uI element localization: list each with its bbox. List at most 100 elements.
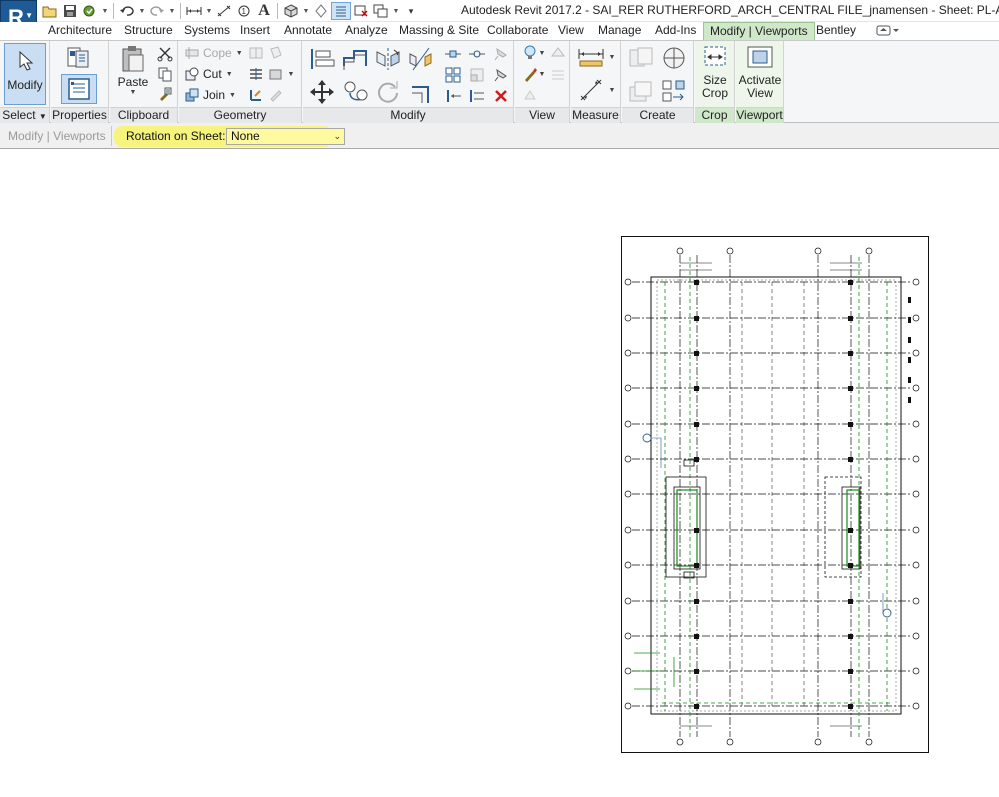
size-crop-button[interactable]: Size Crop: [697, 44, 733, 104]
crop-panel: Size Crop Crop: [695, 41, 735, 123]
activate-view-icon: [746, 44, 774, 70]
toolbar-separator: [180, 3, 181, 19]
size-crop-icon: [702, 44, 728, 70]
chevron-down-icon: ▼: [38, 112, 47, 121]
offset-icon[interactable]: [340, 45, 370, 73]
cope-icon: [184, 45, 200, 61]
modify-button[interactable]: Modify: [4, 43, 46, 105]
delete-icon[interactable]: [491, 87, 511, 105]
rotation-on-sheet-select[interactable]: None ⌄: [226, 128, 345, 145]
chevron-down-icon[interactable]: ▼: [537, 65, 547, 83]
cope-button[interactable]: Cope ▼: [184, 44, 243, 62]
tab-bentley[interactable]: Bentley: [816, 23, 856, 40]
drawing-area[interactable]: [0, 149, 999, 797]
tab-collaborate[interactable]: Collaborate: [487, 23, 548, 40]
section-icon[interactable]: [311, 2, 331, 20]
measure-icon[interactable]: [184, 2, 204, 20]
create-similar-icon[interactable]: [659, 77, 689, 105]
rotate-icon[interactable]: [373, 78, 403, 106]
copy-clipboard-icon[interactable]: [156, 65, 174, 83]
switch-windows-icon[interactable]: [371, 2, 391, 20]
paste-button[interactable]: Paste ▼: [116, 45, 150, 105]
chevron-down-icon[interactable]: ▼: [607, 44, 617, 70]
tab-architecture[interactable]: Architecture: [48, 23, 112, 40]
rotation-on-sheet-label: Rotation on Sheet:: [126, 129, 226, 143]
tab-analyze[interactable]: Analyze: [345, 23, 388, 40]
cut-clipboard-icon[interactable]: [156, 45, 174, 63]
unpin-icon[interactable]: [491, 66, 511, 84]
3d-view-icon[interactable]: [281, 2, 301, 20]
sync-dropdown-icon[interactable]: ▼: [100, 2, 110, 20]
scale-icon[interactable]: [467, 66, 487, 84]
match-type-icon[interactable]: [156, 85, 174, 103]
svg-text:1: 1: [242, 7, 247, 16]
pin-icon[interactable]: [491, 45, 511, 63]
move-icon[interactable]: [307, 78, 337, 106]
aligned-dimension-tool-icon[interactable]: [575, 75, 607, 105]
isolate-icon[interactable]: [520, 86, 540, 104]
properties-panel-label: Properties: [51, 107, 108, 123]
create-parts-icon[interactable]: [659, 44, 689, 72]
chevron-down-icon[interactable]: ▼: [537, 44, 547, 62]
tab-annotate[interactable]: Annotate: [284, 23, 332, 40]
split-face-icon[interactable]: [247, 44, 265, 62]
undo-icon[interactable]: [117, 2, 137, 20]
split-element-icon[interactable]: [443, 45, 463, 63]
tab-structure[interactable]: Structure: [124, 23, 173, 40]
open-icon[interactable]: [40, 2, 60, 20]
join-button[interactable]: Join ▼: [184, 86, 236, 104]
modify-panel: Modify: [303, 41, 514, 123]
hide-element-icon[interactable]: [549, 44, 567, 62]
viewport[interactable]: [621, 236, 929, 753]
close-hidden-icon[interactable]: [351, 2, 371, 20]
linework-icon[interactable]: [549, 65, 567, 83]
join-label: Join: [203, 88, 226, 102]
select-panel-label[interactable]: Select ▼: [0, 107, 49, 123]
trim-extend-single-icon[interactable]: [443, 87, 463, 105]
create-assembly-icon[interactable]: [626, 44, 656, 72]
array-icon[interactable]: [443, 66, 463, 84]
demolish-icon[interactable]: [267, 65, 285, 83]
tag-icon[interactable]: 1: [234, 2, 254, 20]
cut-geometry-button[interactable]: Cut ▼: [184, 65, 233, 83]
tab-view[interactable]: View: [558, 23, 584, 40]
mirror-pick-axis-icon[interactable]: [373, 45, 403, 73]
modify-panel-label: Modify: [303, 107, 513, 123]
undo-dropdown-icon[interactable]: ▼: [137, 2, 147, 20]
trim-extend-multiple-icon[interactable]: [467, 87, 487, 105]
measure-dropdown-icon[interactable]: ▼: [204, 2, 214, 20]
save-icon[interactable]: [60, 2, 80, 20]
chevron-down-icon: ▼: [225, 70, 233, 78]
chevron-down-icon[interactable]: ▼: [607, 75, 617, 105]
tab-massing-site[interactable]: Massing & Site: [399, 23, 479, 40]
beam-column-joins-icon[interactable]: [247, 86, 265, 104]
3d-view-dropdown-icon[interactable]: ▼: [301, 2, 311, 20]
chevron-down-icon[interactable]: ▼: [285, 65, 297, 83]
tab-manage[interactable]: Manage: [598, 23, 641, 40]
customize-icon[interactable]: ▾: [401, 2, 421, 20]
align-icon[interactable]: [307, 45, 337, 73]
split-with-gap-icon[interactable]: [467, 45, 487, 63]
thin-lines-icon[interactable]: [331, 2, 351, 20]
tab-insert[interactable]: Insert: [240, 23, 270, 40]
redo-icon[interactable]: [147, 2, 167, 20]
paint-icon[interactable]: [267, 44, 285, 62]
mirror-draw-axis-icon[interactable]: [406, 45, 436, 73]
tab-modify-viewports[interactable]: Modify | Viewports: [703, 22, 815, 40]
properties-palette-icon[interactable]: [61, 74, 97, 104]
aligned-dimension-icon[interactable]: [214, 2, 234, 20]
activate-view-button[interactable]: Activate View: [738, 44, 782, 104]
tab-add-ins[interactable]: Add-Ins: [655, 23, 696, 40]
create-group-icon[interactable]: [626, 77, 656, 105]
remove-paint-icon[interactable]: [267, 86, 285, 104]
switch-windows-dropdown-icon[interactable]: ▼: [391, 2, 401, 20]
trim-extend-corner-icon[interactable]: [406, 78, 436, 106]
type-properties-icon[interactable]: [64, 44, 94, 72]
redo-dropdown-icon[interactable]: ▼: [167, 2, 177, 20]
sync-icon[interactable]: [80, 2, 100, 20]
copy-icon[interactable]: [340, 78, 370, 106]
wall-joins-icon[interactable]: [247, 65, 265, 83]
text-icon[interactable]: A: [254, 2, 274, 20]
tab-systems[interactable]: Systems: [184, 23, 230, 40]
measure-between-references-icon[interactable]: [575, 44, 607, 70]
